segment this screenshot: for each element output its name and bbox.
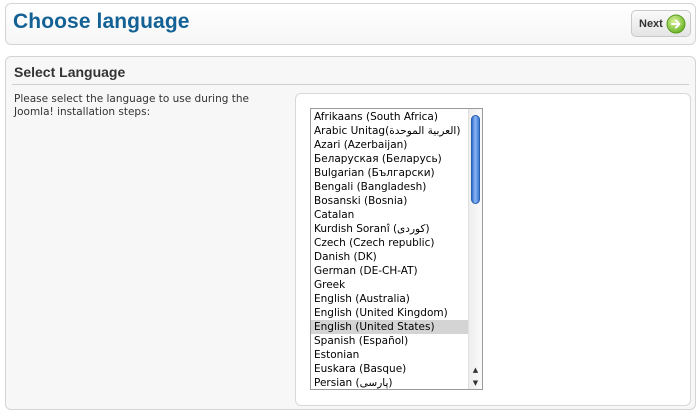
language-option[interactable]: Bosanski (Bosnia) (311, 194, 469, 208)
language-option[interactable]: German (DE-CH-AT) (311, 264, 469, 278)
language-option[interactable]: Persian (پارسی) (311, 376, 469, 389)
language-listbox[interactable]: Afrikaans (South Africa) Arabic Unitag(ال… (310, 108, 483, 390)
language-option[interactable]: Euskara (Basque) (311, 362, 469, 376)
language-option[interactable]: Azari (Azerbaijan) (311, 138, 469, 152)
language-option[interactable]: Estonian (311, 348, 469, 362)
page-header: Choose language Next (5, 3, 696, 45)
panel-title: Select Language (14, 64, 126, 80)
language-option[interactable]: English (United States) (311, 320, 469, 334)
language-option[interactable]: English (Australia) (311, 292, 469, 306)
language-option[interactable]: Беларуская (Беларусь) (311, 152, 469, 166)
arrow-right-circle-icon (666, 14, 686, 34)
language-option[interactable]: Spanish (Español) (311, 334, 469, 348)
language-option[interactable]: Catalan (311, 208, 469, 222)
scroll-up-arrow-icon[interactable]: ▲ (469, 364, 482, 376)
language-option[interactable]: Arabic Unitag(العربية الموحدة) (311, 124, 469, 138)
select-language-panel: Select Language Please select the langua… (5, 56, 696, 410)
next-button[interactable]: Next (631, 10, 691, 37)
scrollbar-thumb[interactable] (471, 115, 480, 204)
scroll-down-arrow-icon[interactable]: ▼ (469, 377, 482, 389)
page-title: Choose language (13, 10, 190, 33)
language-option[interactable]: Bulgarian (Български) (311, 166, 469, 180)
language-option[interactable]: Bengali (Bangladesh) (311, 180, 469, 194)
instructions-text: Please select the language to use during… (14, 93, 249, 118)
language-select-frame: Afrikaans (South Africa) Arabic Unitag(ال… (295, 93, 691, 406)
language-option[interactable]: Danish (DK) (311, 250, 469, 264)
language-option[interactable]: Kurdish Soranî (کوردی) (311, 222, 469, 236)
panel-divider (12, 84, 689, 85)
listbox-scrollbar[interactable]: ▲ ▼ (468, 109, 482, 389)
language-option[interactable]: English (United Kingdom) (311, 306, 469, 320)
language-option[interactable]: Czech (Czech republic) (311, 236, 469, 250)
language-option[interactable]: Greek (311, 278, 469, 292)
language-options: Afrikaans (South Africa) Arabic Unitag(ال… (311, 110, 469, 389)
language-option[interactable]: Afrikaans (South Africa) (311, 110, 469, 124)
next-button-label: Next (639, 17, 663, 30)
